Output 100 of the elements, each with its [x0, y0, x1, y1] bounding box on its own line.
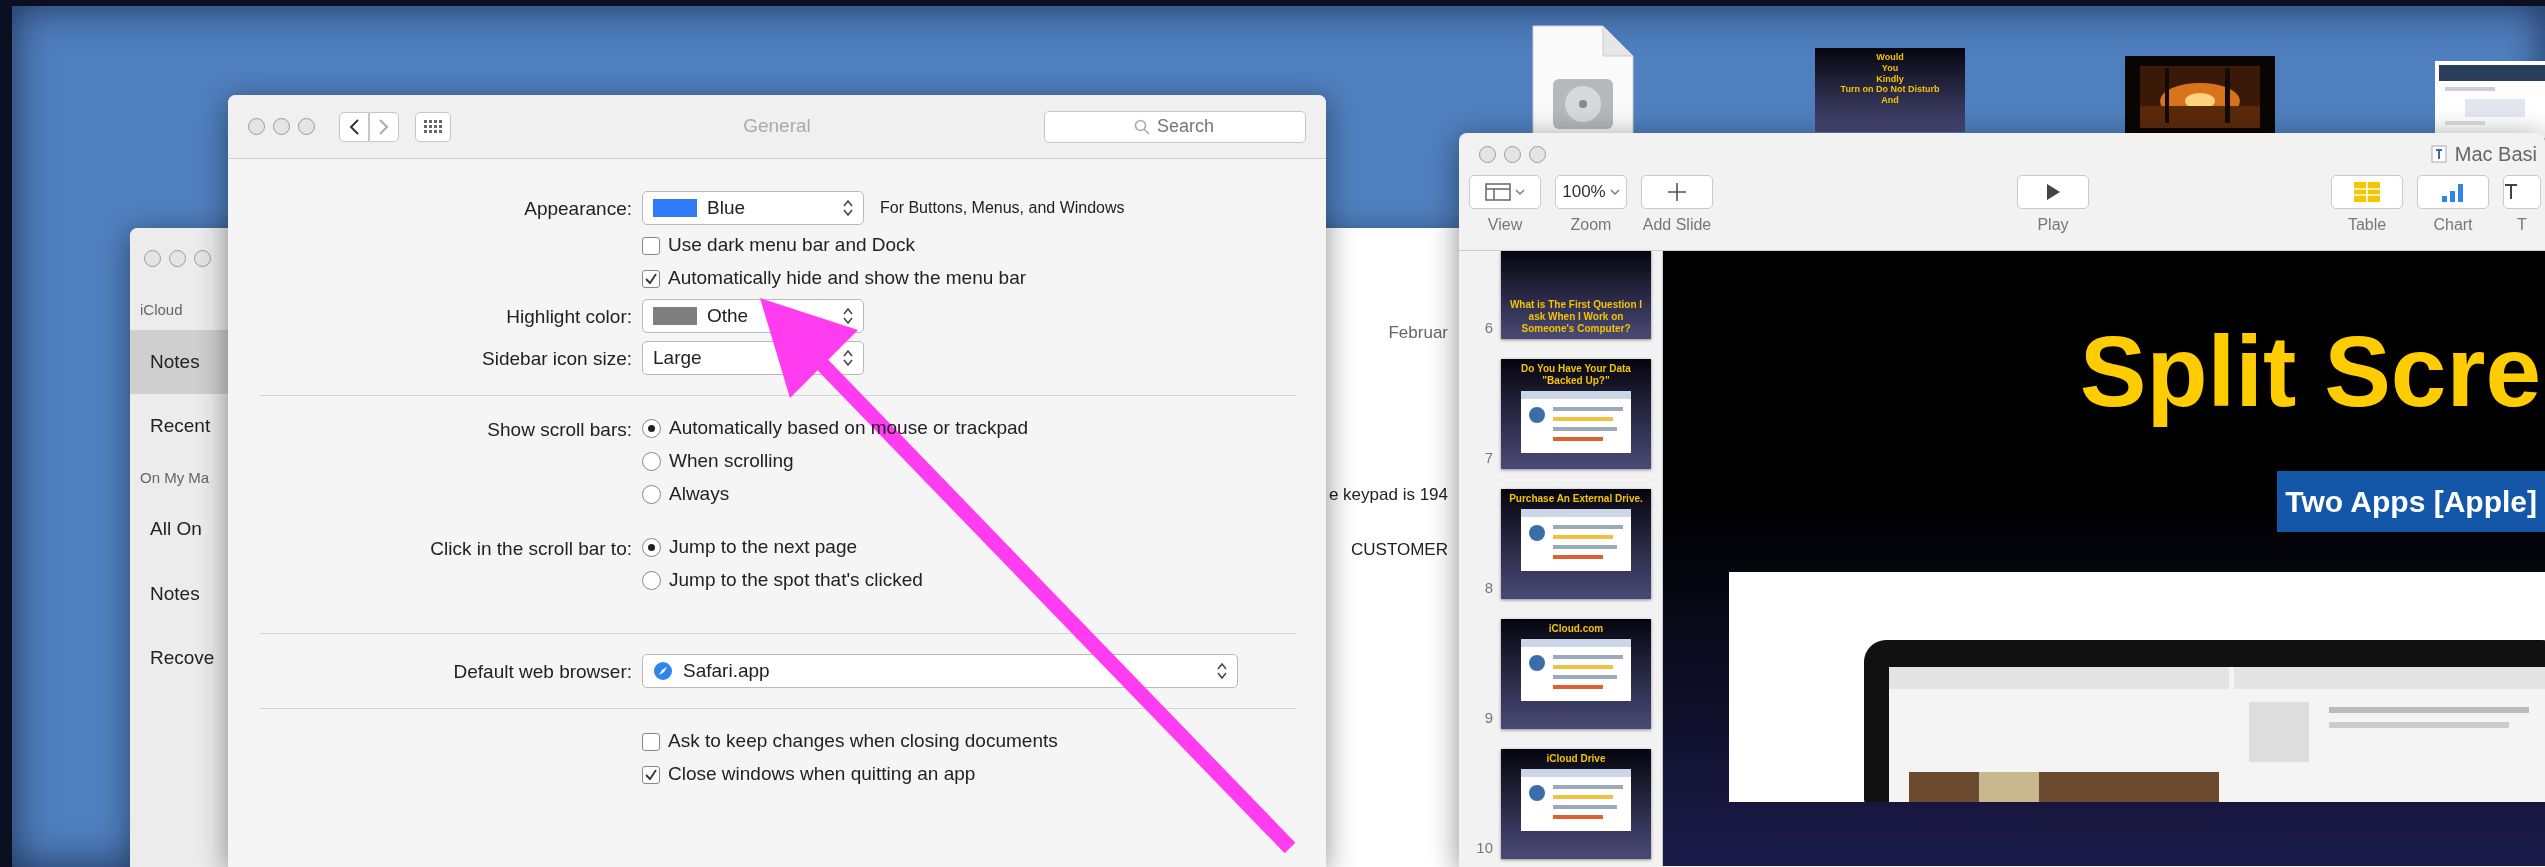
field-label: Show scroll bars:: [486, 418, 632, 442]
folder-item[interactable]: Notes: [130, 329, 228, 394]
toolbar-label: Zoom: [1570, 215, 1612, 235]
slide-thumbnail[interactable]: iCloud Drive: [1501, 749, 1651, 859]
updown-icon: [843, 307, 853, 325]
updown-icon: [843, 349, 853, 367]
folder-item[interactable]: Recove: [130, 626, 228, 691]
toolbar-label: Chart: [2433, 215, 2473, 235]
slide-title: Purchase An External Drive.: [1509, 493, 1643, 505]
note-text: e keypad is 194: [1328, 483, 1448, 506]
checkbox[interactable]: [642, 269, 660, 288]
section-header: On My Ma: [139, 467, 211, 488]
compass-icon: [653, 661, 673, 681]
radio-option[interactable]: Jump to the spot that's clicked: [642, 564, 1296, 597]
popup-button[interactable]: Blue: [642, 191, 864, 225]
caret-icon: [1515, 188, 1525, 196]
checkbox-option[interactable]: Close windows when quitting an app: [642, 758, 1296, 791]
checkbox[interactable]: [642, 765, 660, 784]
checkmark-icon: [645, 272, 657, 285]
radio-button[interactable]: [642, 419, 661, 438]
field-label: Sidebar icon size:: [481, 347, 632, 371]
text-icon: [2504, 183, 2518, 201]
close-button[interactable]: [144, 250, 161, 267]
slide-subtitle: Two Apps [Apple]: [2277, 471, 2545, 532]
slide-title: Do You Have Your Data "Backed Up?": [1520, 363, 1632, 387]
hint-text: For Buttons, Menus, and Windows: [880, 198, 1125, 218]
folder-item[interactable]: Recent: [130, 394, 228, 459]
zoom-button[interactable]: 100%: [1555, 175, 1627, 209]
slide-number: 10: [1475, 837, 1493, 858]
close-button[interactable]: [1479, 145, 1496, 163]
slide-thumbnail[interactable]: What is The First Question I ask When I Work on Someone's Computer?: [1501, 251, 1651, 339]
browser-popup[interactable]: Safari.app: [642, 654, 1238, 688]
zoom-button[interactable]: [298, 118, 315, 135]
folder-item[interactable]: Notes: [130, 561, 228, 626]
note-date: Februar: [1388, 322, 1448, 344]
field-label: Default web browser:: [452, 660, 632, 684]
add-button[interactable]: [1641, 175, 1713, 209]
radio-button[interactable]: [642, 571, 661, 590]
minimize-button[interactable]: [1504, 145, 1521, 163]
slide-thumbnail[interactable]: iCloud.com: [1501, 619, 1651, 729]
minimize-button[interactable]: [273, 118, 290, 135]
checkmark-icon: [645, 768, 657, 781]
slide-thumbnail[interactable]: Purchase An External Drive.: [1501, 489, 1651, 599]
field-label: Highlight color:: [505, 305, 632, 329]
view-button[interactable]: [1469, 175, 1541, 209]
text-button[interactable]: [2503, 175, 2541, 209]
toolbar-label: Table: [2347, 215, 2387, 235]
search-field[interactable]: Search: [1044, 110, 1306, 143]
radio-option[interactable]: Jump to the next page: [642, 531, 1296, 564]
zoom-button[interactable]: [194, 250, 211, 267]
radio-button[interactable]: [642, 485, 661, 504]
window-title: Mac Basi: [2454, 142, 2537, 167]
folder-item[interactable]: All On: [130, 497, 228, 562]
search-icon: [1134, 118, 1150, 135]
toolbar-label: T: [2517, 215, 2527, 235]
back-button[interactable]: [339, 111, 369, 142]
note-text: CUSTOMER: [1351, 539, 1448, 561]
document-icon: [2430, 145, 2447, 163]
checkbox[interactable]: [642, 236, 660, 255]
plus-icon: [1667, 182, 1687, 202]
toolbar-label: Play: [2037, 215, 2069, 235]
radio-button[interactable]: [642, 538, 661, 557]
radio-option[interactable]: Always: [642, 478, 1296, 511]
slide-thumbnail[interactable]: Do You Have Your Data "Backed Up?": [1501, 359, 1651, 469]
updown-icon: [1217, 662, 1227, 680]
checkbox-option[interactable]: Automatically hide and show the menu bar: [642, 262, 1296, 295]
back-icon: [348, 117, 360, 136]
toolbar-label: Add Slide: [1642, 215, 1712, 235]
checkbox-option[interactable]: Ask to keep changes when closing documents: [642, 725, 1296, 758]
play-button[interactable]: [2017, 175, 2089, 209]
grid-icon: [424, 120, 442, 133]
window-title: General: [743, 114, 811, 139]
slide-title: iCloud Drive: [1546, 753, 1606, 765]
slide-title: iCloud.com: [1548, 623, 1604, 635]
slide-text: Would You Kindly Turn on Do Not Disturb And: [1840, 52, 1940, 106]
radio-option[interactable]: When scrolling: [642, 445, 1296, 478]
radio-button[interactable]: [642, 452, 661, 471]
updown-icon: [843, 199, 853, 217]
minimize-button[interactable]: [169, 250, 186, 267]
slide-thumbnail[interactable]: Would You Kindly Turn on Do Not Disturb And: [1815, 48, 1965, 132]
slide-title: What is The First Question I ask When I Work on Someone's Computer?: [1508, 299, 1644, 335]
slide-number: 7: [1483, 447, 1493, 468]
checkbox-option[interactable]: Use dark menu bar and Dock: [642, 229, 1296, 262]
field-label: Click in the scroll bar to:: [429, 537, 632, 561]
slide-number: 8: [1483, 577, 1493, 598]
caret-icon: [1609, 188, 1620, 196]
slide-title: Split Scre: [2079, 314, 2541, 429]
field-label: Appearance:: [523, 197, 632, 221]
sidebar-icon: [1485, 183, 1511, 201]
forward-icon: [378, 117, 390, 136]
table-button[interactable]: [2331, 175, 2403, 209]
checkbox[interactable]: [642, 732, 660, 751]
show-all-button[interactable]: [415, 111, 451, 142]
chart-button[interactable]: [2417, 175, 2489, 209]
toolbar-label: View: [1487, 215, 1523, 235]
table-icon: [2354, 182, 2380, 202]
slide-number: 9: [1483, 707, 1493, 728]
close-button[interactable]: [248, 118, 265, 135]
zoom-button[interactable]: [1529, 145, 1546, 163]
slide-number: 6: [1483, 317, 1493, 338]
